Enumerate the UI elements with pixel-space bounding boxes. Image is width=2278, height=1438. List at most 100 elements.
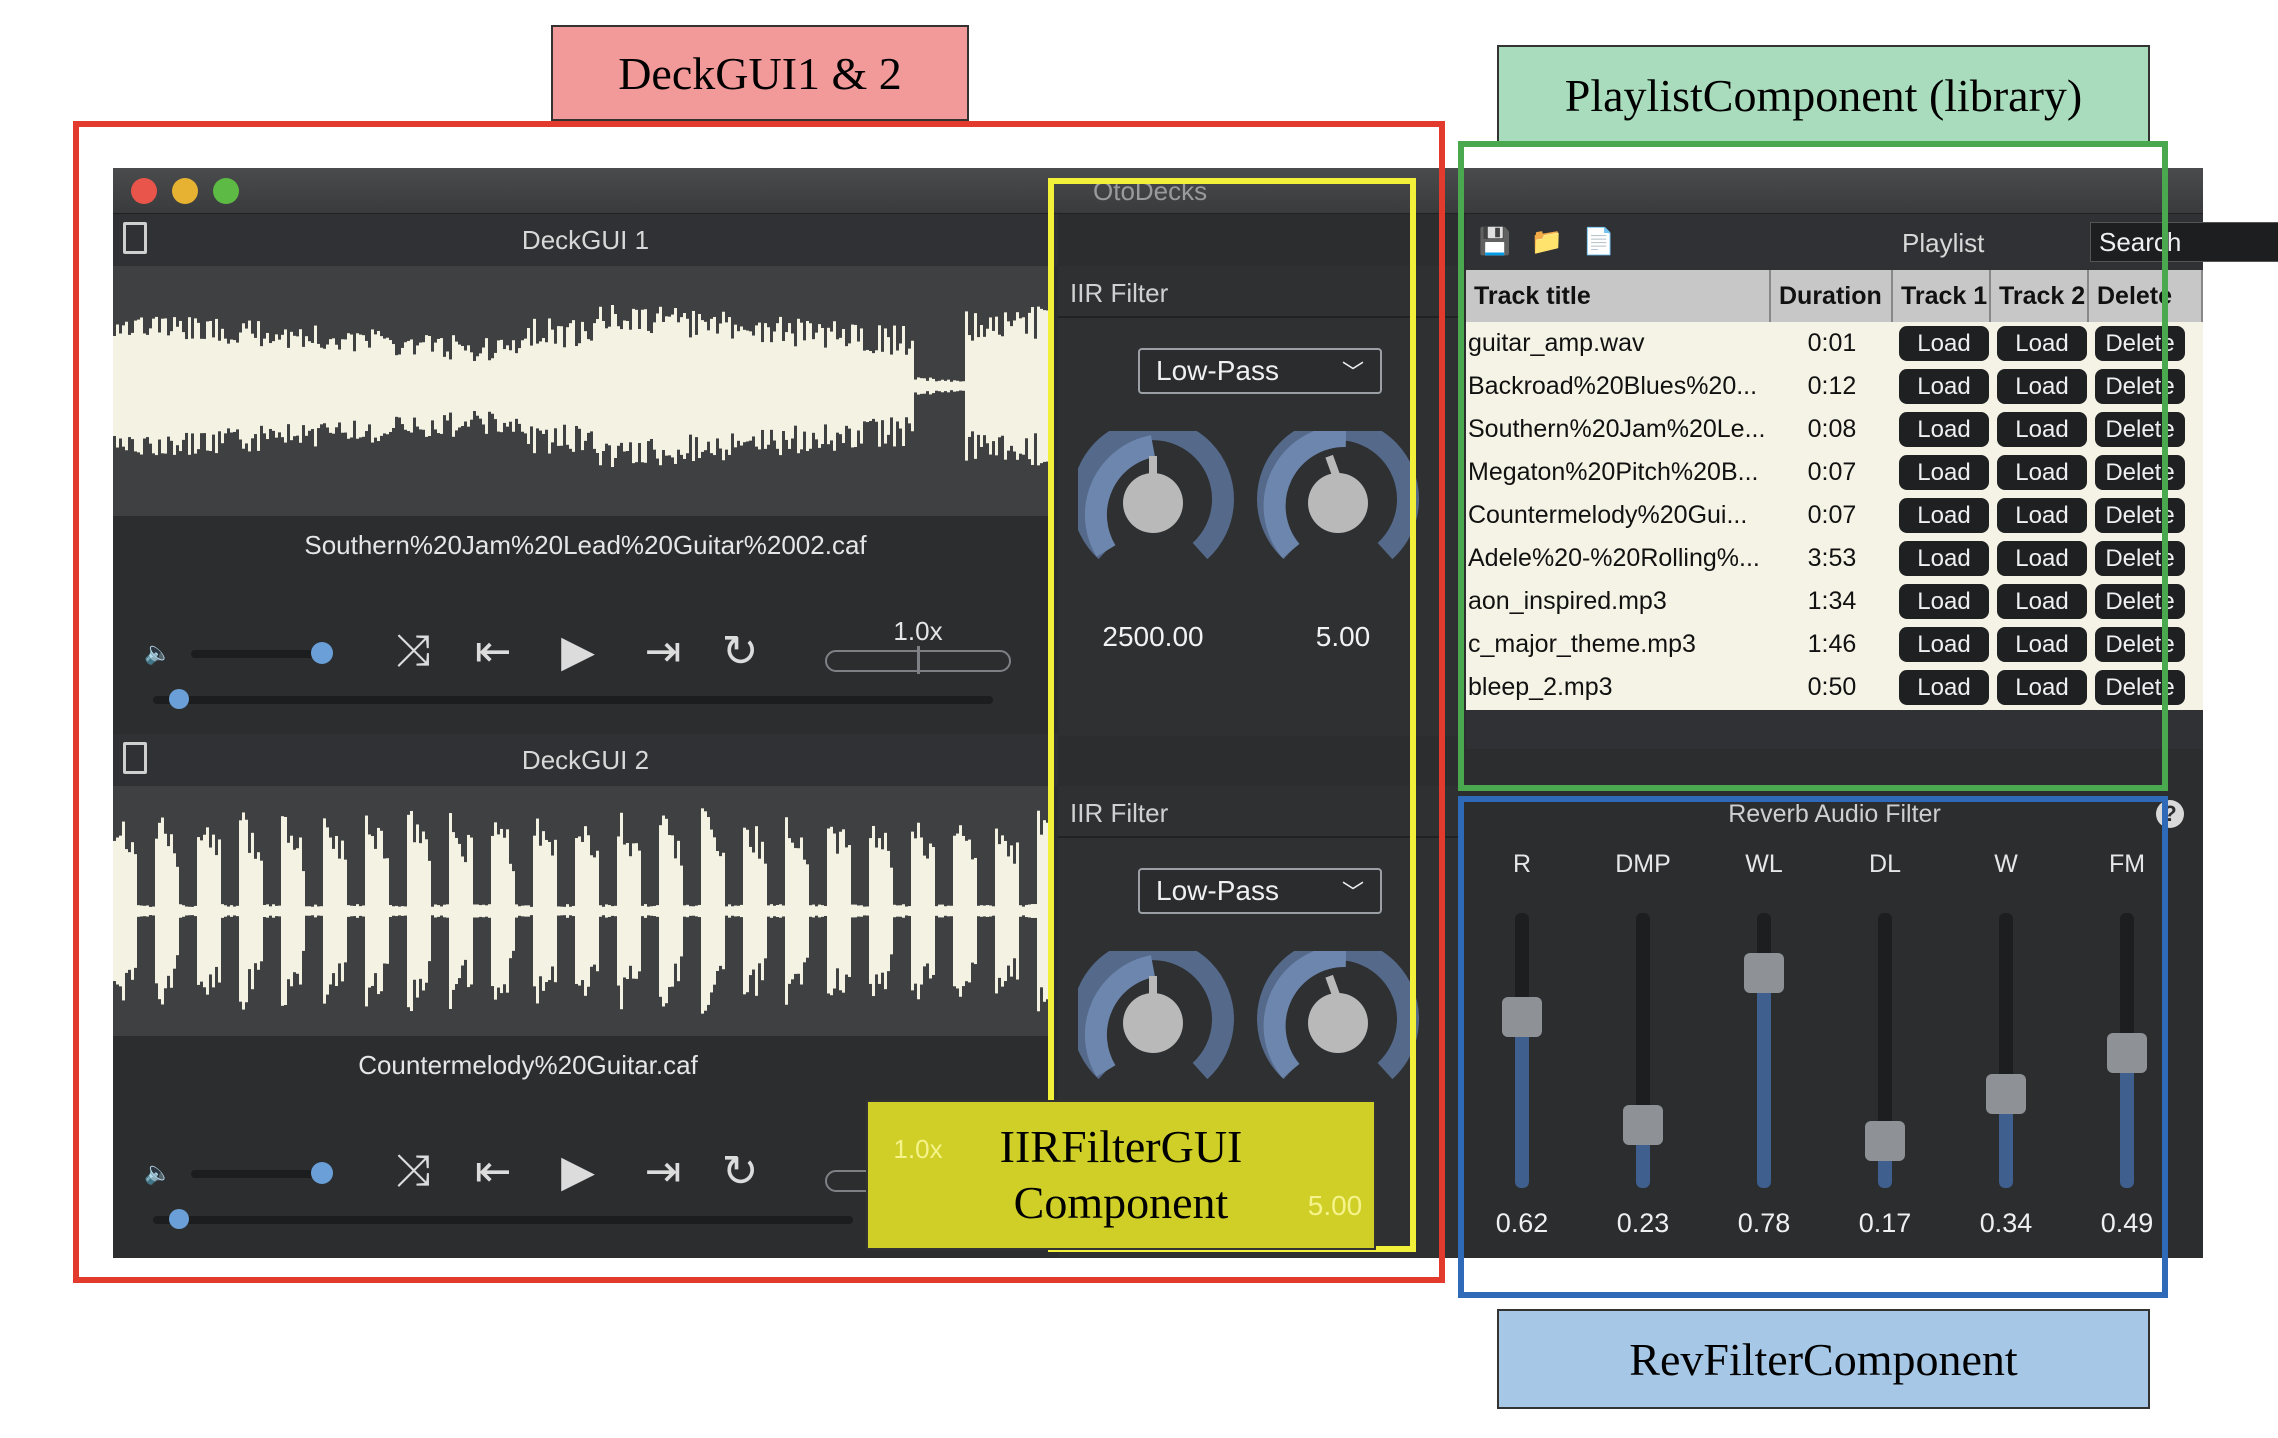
column-header[interactable]: Delete xyxy=(2089,270,2203,322)
skip-forward-icon[interactable]: ⇥ xyxy=(633,626,693,676)
skip-forward-icon[interactable]: ⇥ xyxy=(633,1146,693,1196)
waveform-bar xyxy=(311,342,314,430)
load-deck2-button[interactable]: Load xyxy=(1997,670,2087,705)
waveform-bar xyxy=(791,333,794,439)
waveform-bar xyxy=(284,329,287,443)
delete-button[interactable]: Delete xyxy=(2095,326,2185,361)
deck2-volume-slider[interactable] xyxy=(191,1170,331,1178)
delete-button[interactable]: Delete xyxy=(2095,369,2185,404)
load-deck2-button[interactable]: Load xyxy=(1997,455,2087,490)
waveform-bar xyxy=(1031,904,1034,918)
column-header[interactable]: Duration xyxy=(1771,270,1893,322)
load-deck2-button[interactable]: Load xyxy=(1997,627,2087,662)
save-icon[interactable]: 💾 xyxy=(1479,226,1511,256)
load-deck1-button[interactable]: Load xyxy=(1899,369,1989,404)
file-icon[interactable] xyxy=(123,222,147,254)
table-row[interactable]: Southern%20Jam%20Le... 0:08 Load Load Delete xyxy=(1466,408,2203,451)
loop-icon[interactable]: ↻ xyxy=(710,626,770,676)
skip-back-icon[interactable]: ⇤ xyxy=(463,626,523,676)
reverb-slider-thumb[interactable] xyxy=(2107,1033,2147,1073)
deck1-waveform[interactable] xyxy=(113,266,1050,516)
delete-button[interactable]: Delete xyxy=(2095,541,2185,576)
deck1-position-thumb[interactable] xyxy=(169,689,189,709)
load-deck1-button[interactable]: Load xyxy=(1899,584,1989,619)
deck1-volume-slider[interactable] xyxy=(191,650,331,658)
waveform-bar xyxy=(935,906,938,916)
table-row[interactable]: bleep_2.mp3 0:50 Load Load Delete xyxy=(1466,666,2203,709)
load-deck1-button[interactable]: Load xyxy=(1899,412,1989,447)
table-row[interactable]: c_major_theme.mp3 1:46 Load Load Delete xyxy=(1466,623,2203,666)
deck1-volume-thumb[interactable] xyxy=(311,642,333,664)
load-deck2-button[interactable]: Load xyxy=(1997,326,2087,361)
table-row[interactable]: Backroad%20Blues%20... 0:12 Load Load Delete xyxy=(1466,365,2203,408)
table-row[interactable]: guitar_amp.wav 0:01 Load Load Delete xyxy=(1466,322,2203,365)
delete-button[interactable]: Delete xyxy=(2095,670,2185,705)
deck2-waveform[interactable] xyxy=(113,786,1050,1036)
waveform-bar xyxy=(593,323,596,449)
minimize-window-button[interactable] xyxy=(172,178,198,204)
delete-button[interactable]: Delete xyxy=(2095,498,2185,533)
waveform-bar xyxy=(152,318,155,454)
waveform-bar xyxy=(278,905,281,917)
document-icon[interactable]: 📄 xyxy=(1583,226,1615,256)
waveform-bar xyxy=(977,905,980,917)
load-deck2-button[interactable]: Load xyxy=(1997,369,2087,404)
zoom-window-button[interactable] xyxy=(213,178,239,204)
load-deck1-button[interactable]: Load xyxy=(1899,326,1989,361)
delete-button[interactable]: Delete xyxy=(2095,584,2185,619)
waveform-bar xyxy=(665,316,668,456)
waveform-bar xyxy=(263,905,266,917)
load-deck2-button[interactable]: Load xyxy=(1997,584,2087,619)
load-deck2-button[interactable]: Load xyxy=(1997,541,2087,576)
help-icon[interactable]: ? xyxy=(2156,800,2184,828)
reverb-slider-thumb[interactable] xyxy=(1623,1105,1663,1145)
shuffle-icon[interactable]: ⤨ xyxy=(383,626,443,676)
load-deck1-button[interactable]: Load xyxy=(1899,541,1989,576)
column-header[interactable]: Track 1 xyxy=(1893,270,1991,322)
reverb-slider-thumb[interactable] xyxy=(1986,1074,2026,1114)
file-icon[interactable] xyxy=(123,742,147,774)
waveform-bar xyxy=(380,336,383,436)
deck1-position-slider[interactable] xyxy=(153,696,993,704)
reverb-slider-thumb[interactable] xyxy=(1865,1121,1905,1161)
waveform-bar xyxy=(728,317,731,455)
load-deck2-button[interactable]: Load xyxy=(1997,498,2087,533)
waveform-bar xyxy=(815,332,818,440)
iir-filter-1-type-select[interactable]: Low-Pass ﹀ xyxy=(1138,348,1382,394)
table-row[interactable]: Adele%20-%20Rolling%... 3:53 Load Load Delet… xyxy=(1466,537,2203,580)
play-icon[interactable]: ▶ xyxy=(548,1144,608,1198)
delete-button[interactable]: Delete xyxy=(2095,412,2185,447)
deck2-position-slider[interactable] xyxy=(153,1216,853,1224)
waveform-bar xyxy=(758,322,761,450)
loop-icon[interactable]: ↻ xyxy=(710,1146,770,1196)
load-deck2-button[interactable]: Load xyxy=(1997,412,2087,447)
load-deck1-button[interactable]: Load xyxy=(1899,670,1989,705)
column-header[interactable]: Track 2 xyxy=(1991,270,2089,322)
table-row[interactable]: Megaton%20Pitch%20B... 0:07 Load Load Delete xyxy=(1466,451,2203,494)
load-deck1-button[interactable]: Load xyxy=(1899,627,1989,662)
folder-icon[interactable]: 📁 xyxy=(1531,226,1563,256)
iir-filter-1-knobs[interactable] xyxy=(1078,431,1448,571)
skip-back-icon[interactable]: ⇤ xyxy=(463,1146,523,1196)
reverb-slider-thumb[interactable] xyxy=(1744,953,1784,993)
table-row[interactable]: aon_inspired.mp3 1:34 Load Load Delete xyxy=(1466,580,2203,623)
load-deck1-button[interactable]: Load xyxy=(1899,455,1989,490)
shuffle-icon[interactable]: ⤨ xyxy=(383,1146,443,1196)
waveform-bar xyxy=(998,334,1001,438)
waveform-bar xyxy=(488,904,491,918)
waveform-bar xyxy=(299,837,302,985)
search-input[interactable]: Search xyxy=(2090,222,2278,262)
deck2-position-thumb[interactable] xyxy=(169,1209,189,1229)
close-window-button[interactable] xyxy=(131,178,157,204)
column-header[interactable]: Track title xyxy=(1466,270,1771,322)
delete-button[interactable]: Delete xyxy=(2095,455,2185,490)
table-row[interactable]: Countermelody%20Gui... 0:07 Load Load Delete xyxy=(1466,494,2203,537)
delete-button[interactable]: Delete xyxy=(2095,627,2185,662)
iir-filter-2-knobs[interactable] xyxy=(1078,951,1448,1091)
waveform-bar xyxy=(716,851,719,971)
deck2-volume-thumb[interactable] xyxy=(311,1162,333,1184)
play-icon[interactable]: ▶ xyxy=(548,624,608,678)
iir-filter-2-type-select[interactable]: Low-Pass ﹀ xyxy=(1138,868,1382,914)
load-deck1-button[interactable]: Load xyxy=(1899,498,1989,533)
reverb-slider-thumb[interactable] xyxy=(1502,997,1542,1037)
